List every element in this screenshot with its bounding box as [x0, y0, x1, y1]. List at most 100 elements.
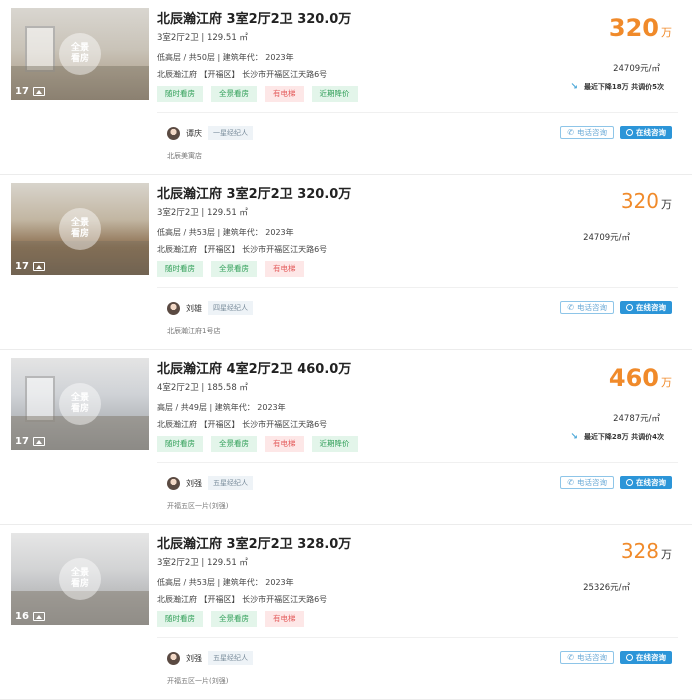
tag-anytime-viewing: 随时看房	[157, 611, 203, 627]
price-unit: 万	[661, 26, 672, 39]
listing-spec: 4室2厅2卫 | 185.58 ㎡	[157, 383, 248, 393]
photo-count-badge: 17	[15, 436, 45, 447]
trend-down-icon: ↘	[570, 432, 578, 442]
online-consult-label: 在线咨询	[636, 478, 666, 487]
price-drop-info: ↘ 最近下降28万 共调价4次	[570, 432, 664, 442]
agent-level-badge: 五星经纪人	[208, 476, 253, 490]
listing-card[interactable]: 全景 看房 17 北辰瀚江府 3室2厅2卫 320.0万 3室2厅2卫 | 12…	[0, 0, 692, 175]
agent-info[interactable]: 谭庆 一星经纪人	[167, 126, 253, 140]
online-consult-button[interactable]: 在线咨询	[620, 126, 672, 139]
agent-avatar[interactable]	[167, 651, 180, 665]
chat-icon	[626, 654, 633, 661]
agent-avatar[interactable]	[167, 301, 180, 315]
divider	[157, 287, 678, 288]
tag-price-cut: 近期降价	[311, 86, 358, 102]
listing-title[interactable]: 北辰瀚江府 3室2厅2卫 328.0万	[157, 533, 351, 552]
listing-card[interactable]: 全景 看房 17 北辰瀚江府 3室2厅2卫 320.0万 3室2厅2卫 | 12…	[0, 175, 692, 350]
tag-vr-viewing: 全景看房	[211, 611, 257, 627]
unit-price: 24709元/㎡	[613, 64, 660, 74]
agent-avatar[interactable]	[167, 126, 180, 140]
photo-icon	[32, 612, 45, 621]
price-unit: 万	[661, 548, 672, 561]
agent-store: 北辰瀚江府1号店	[167, 327, 221, 335]
agent-avatar[interactable]	[167, 476, 180, 490]
vr-tour-badge[interactable]: 全景 看房	[59, 33, 101, 75]
photo-count: 16	[15, 611, 29, 622]
tag-list: 随时看房 全景看房 有电梯 近期降价	[157, 86, 358, 102]
agent-level-badge: 五星经纪人	[208, 651, 253, 665]
online-consult-label: 在线咨询	[636, 128, 666, 137]
online-consult-label: 在线咨询	[636, 653, 666, 662]
listing-title[interactable]: 北辰瀚江府 3室2厅2卫 320.0万	[157, 8, 351, 27]
total-price: 460 万	[609, 364, 672, 392]
listing-card[interactable]: 全景 看房 16 北辰瀚江府 3室2厅2卫 328.0万 3室2厅2卫 | 12…	[0, 525, 692, 700]
online-consult-button[interactable]: 在线咨询	[620, 476, 672, 489]
listing-spec: 3室2厅2卫 | 129.51 ㎡	[157, 33, 248, 43]
tag-anytime-viewing: 随时看房	[157, 261, 203, 277]
photo-count: 17	[15, 261, 29, 272]
listing-title[interactable]: 北辰瀚江府 3室2厅2卫 320.0万	[157, 183, 351, 202]
listing-address: 北辰瀚江府 【开福区】 长沙市开福区江天路6号	[157, 245, 328, 254]
listing-address: 北辰瀚江府 【开福区】 长沙市开福区江天路6号	[157, 70, 328, 79]
price-drop-info: ↘ 最近下降18万 共调价5次	[570, 82, 664, 92]
tag-list: 随时看房 全景看房 有电梯	[157, 261, 304, 277]
listing-photo[interactable]: 全景 看房 16	[11, 533, 149, 625]
agent-store: 北辰美寓店	[167, 152, 202, 160]
listing-card[interactable]: 全景 看房 17 北辰瀚江府 4室2厅2卫 460.0万 4室2厅2卫 | 18…	[0, 350, 692, 525]
vr-tour-badge[interactable]: 全景 看房	[59, 208, 101, 250]
photo-icon	[32, 437, 45, 446]
photo-count: 17	[15, 436, 29, 447]
agent-info[interactable]: 刘强 五星经纪人	[167, 651, 253, 665]
divider	[157, 637, 678, 638]
price-value: 328	[620, 539, 659, 563]
chat-icon	[626, 304, 633, 311]
price-value: 460	[608, 364, 659, 392]
price-drop-text: 最近下降28万 共调价4次	[583, 433, 664, 441]
tag-vr-viewing: 全景看房	[211, 436, 257, 452]
price-unit: 万	[661, 376, 672, 389]
listing-title[interactable]: 北辰瀚江府 4室2厅2卫 460.0万	[157, 358, 351, 377]
chat-icon	[626, 129, 633, 136]
phone-consult-button[interactable]: ✆ 电话咨询	[560, 126, 614, 139]
phone-consult-label: 电话咨询	[577, 128, 607, 137]
unit-price: 24787元/㎡	[613, 414, 660, 424]
tag-vr-viewing: 全景看房	[211, 86, 257, 102]
photo-count: 17	[15, 86, 29, 97]
agent-name[interactable]: 谭庆	[186, 128, 202, 139]
phone-consult-button[interactable]: ✆ 电话咨询	[560, 301, 614, 314]
tag-elevator: 有电梯	[265, 86, 304, 102]
listing-address: 北辰瀚江府 【开福区】 长沙市开福区江天路6号	[157, 595, 328, 604]
vr-tour-badge[interactable]: 全景 看房	[59, 558, 101, 600]
photo-icon	[32, 262, 45, 271]
total-price: 320 万	[609, 14, 672, 42]
listing-photo[interactable]: 全景 看房 17	[11, 183, 149, 275]
listing-photo[interactable]: 全景 看房 17	[11, 8, 149, 100]
total-price: 328 万	[621, 539, 672, 563]
vr-tour-badge[interactable]: 全景 看房	[59, 383, 101, 425]
agent-name[interactable]: 刘强	[186, 653, 202, 664]
price-value: 320	[608, 14, 659, 42]
agent-info[interactable]: 刘雄 四星经纪人	[167, 301, 253, 315]
listing-photo[interactable]: 全景 看房 17	[11, 358, 149, 450]
phone-consult-label: 电话咨询	[577, 478, 607, 487]
phone-consult-label: 电话咨询	[577, 653, 607, 662]
contact-buttons: ✆ 电话咨询 在线咨询	[560, 476, 672, 489]
listing-floor-info: 低高层 / 共50层 | 建筑年代： 2023年	[157, 53, 294, 62]
unit-price: 24709元/㎡	[583, 233, 630, 243]
listing-floor-info: 高层 / 共49层 | 建筑年代： 2023年	[157, 403, 286, 412]
phone-icon: ✆	[567, 653, 574, 662]
phone-consult-button[interactable]: ✆ 电话咨询	[560, 651, 614, 664]
tag-vr-viewing: 全景看房	[211, 261, 257, 277]
phone-icon: ✆	[567, 478, 574, 487]
unit-price: 25326元/㎡	[583, 583, 630, 593]
agent-info[interactable]: 刘强 五星经纪人	[167, 476, 253, 490]
agent-name[interactable]: 刘强	[186, 478, 202, 489]
phone-consult-button[interactable]: ✆ 电话咨询	[560, 476, 614, 489]
photo-count-badge: 17	[15, 261, 45, 272]
agent-name[interactable]: 刘雄	[186, 303, 202, 314]
contact-buttons: ✆ 电话咨询 在线咨询	[560, 651, 672, 664]
online-consult-button[interactable]: 在线咨询	[620, 651, 672, 664]
contact-buttons: ✆ 电话咨询 在线咨询	[560, 126, 672, 139]
trend-down-icon: ↘	[570, 82, 578, 92]
online-consult-button[interactable]: 在线咨询	[620, 301, 672, 314]
